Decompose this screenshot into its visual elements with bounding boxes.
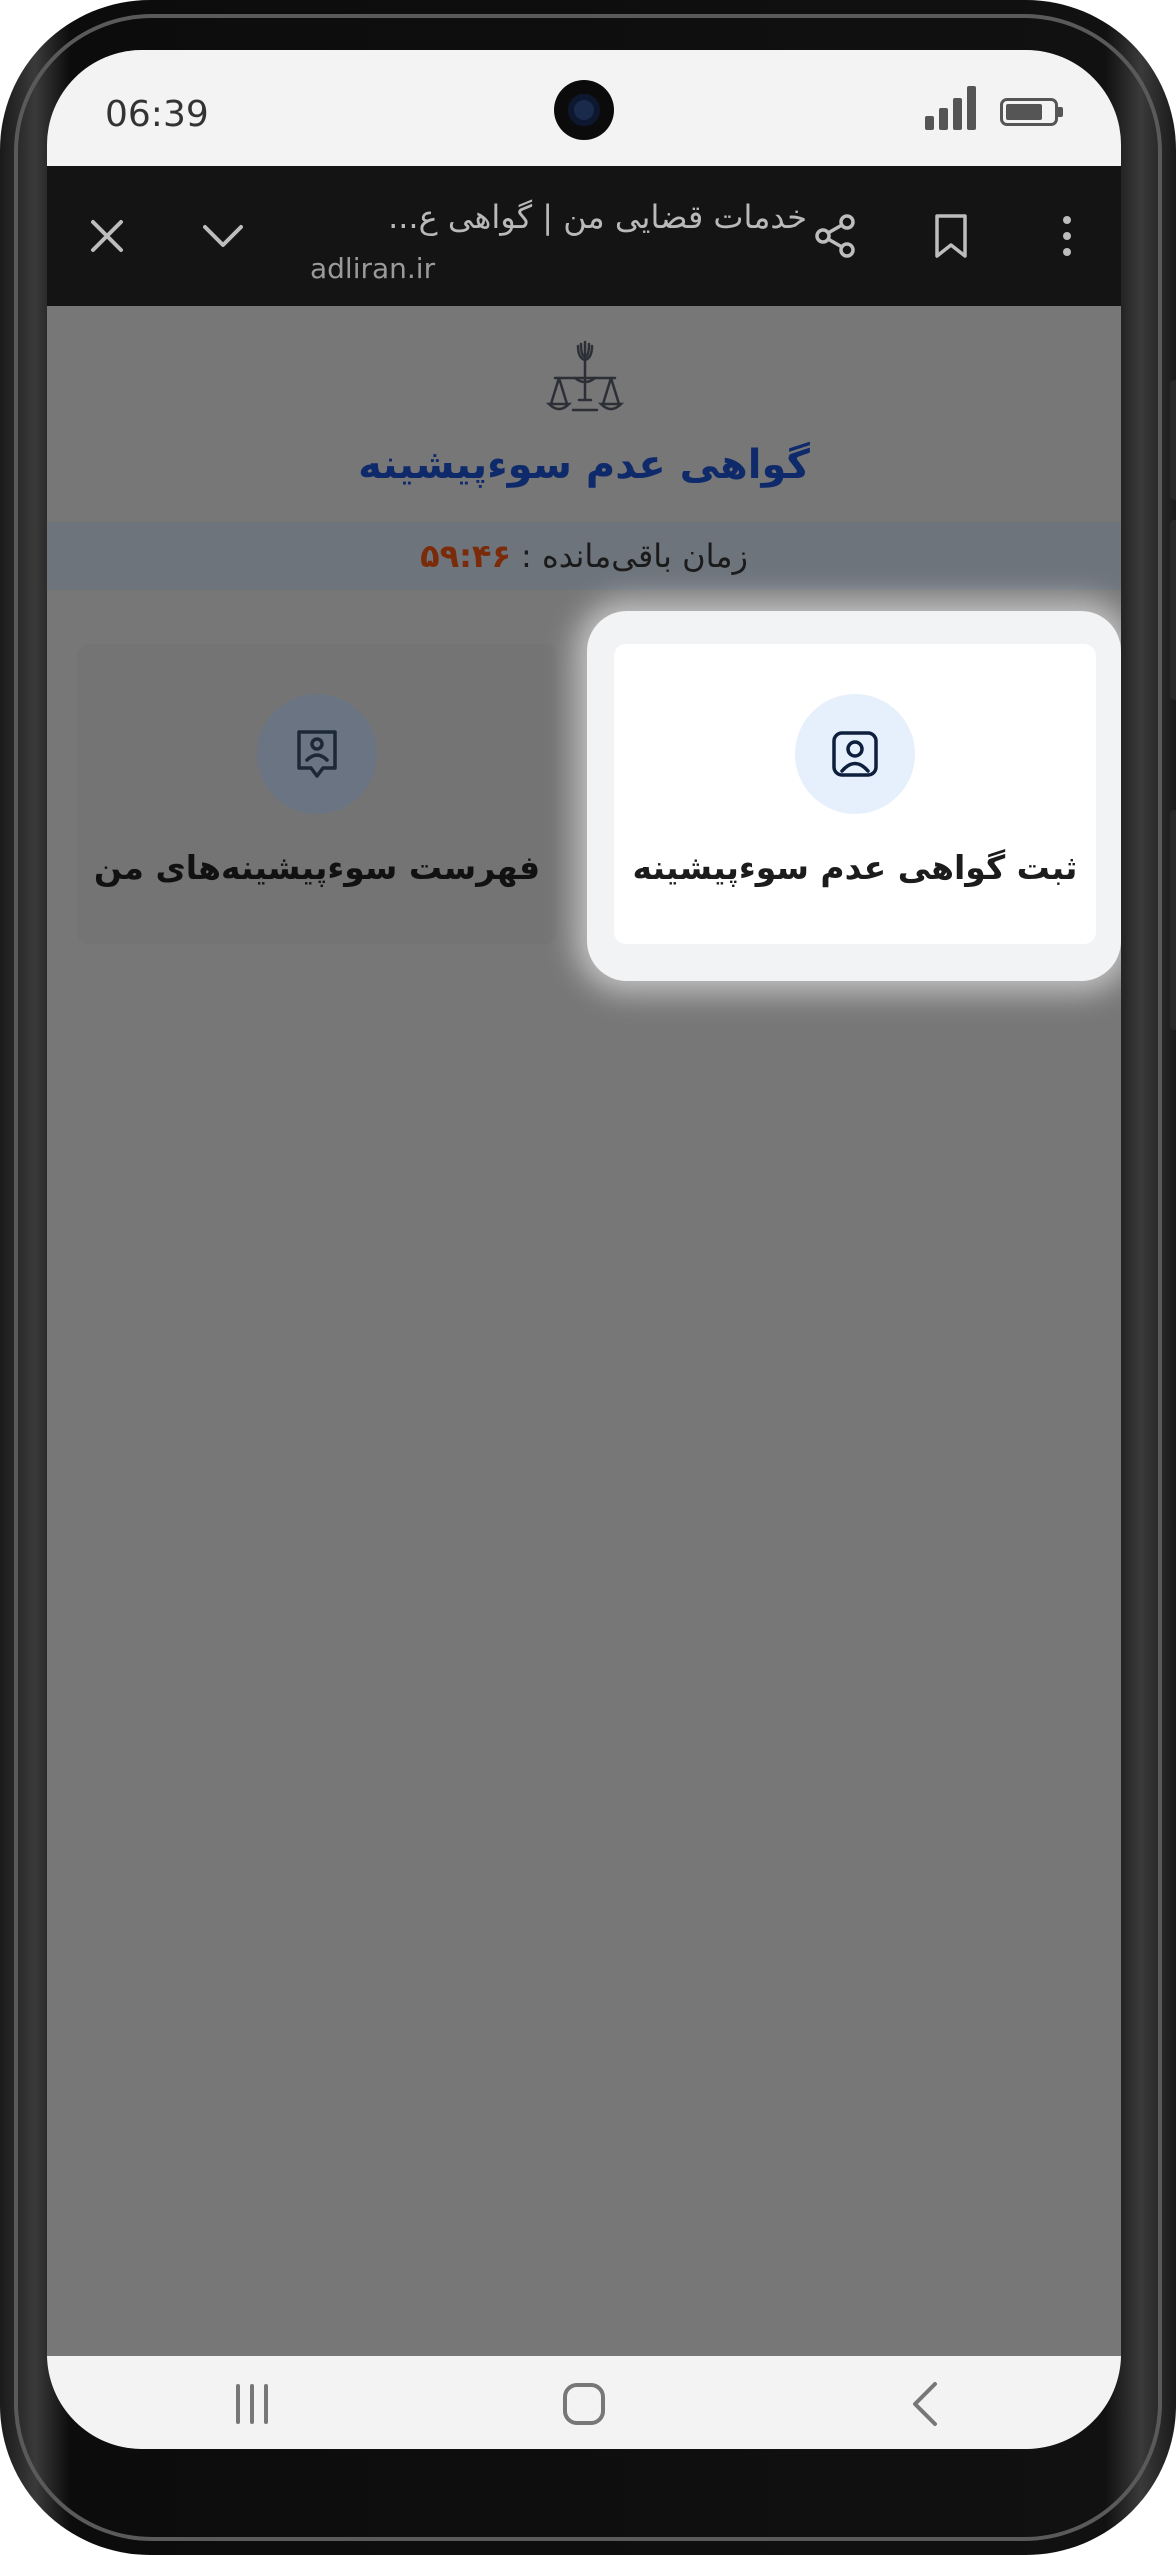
volume-button — [1170, 380, 1176, 500]
home-icon[interactable] — [549, 2374, 619, 2434]
register-certificate-card[interactable]: ثبت گواهی عدم سوءپیشینه — [614, 644, 1096, 944]
power-button — [1170, 810, 1176, 1030]
signal-icon — [925, 86, 977, 130]
card-label: فهرست سوءپیشینه‌های من — [93, 848, 541, 887]
battery-icon — [1000, 98, 1063, 126]
more-vert-icon[interactable] — [1037, 206, 1097, 266]
close-icon[interactable] — [77, 206, 137, 266]
timer-value: ۵۹:۴۶ — [420, 537, 511, 575]
recent-apps-icon[interactable] — [217, 2374, 287, 2434]
phone-frame: 06:39 خدمات قضایی من | گواهی ع... adlira… — [0, 0, 1176, 2555]
browser-toolbar: خدمات قضایی من | گواهی ع... adliran.ir — [47, 166, 1121, 306]
iran-emblem-scales-icon — [545, 338, 625, 428]
back-icon[interactable] — [889, 2374, 959, 2434]
browser-url[interactable]: adliran.ir — [310, 252, 435, 285]
chevron-down-icon[interactable] — [193, 206, 253, 266]
screen: 06:39 خدمات قضایی من | گواهی ع... adlira… — [47, 50, 1121, 2449]
bookmark-icon[interactable] — [921, 206, 981, 266]
page-content: گواهی عدم سوءپیشینه زمان باقی‌مانده : ۵۹… — [47, 306, 1121, 2356]
my-records-list-card[interactable]: فهرست سوءپیشینه‌های من — [77, 644, 557, 944]
card-label: ثبت گواهی عدم سوءپیشینه — [632, 848, 1078, 887]
timer-strip: زمان باقی‌مانده : ۵۹:۴۶ — [47, 522, 1121, 590]
timer-label: زمان باقی‌مانده : — [520, 537, 748, 575]
status-bar: 06:39 — [47, 50, 1121, 166]
navigation-bar — [47, 2356, 1121, 2449]
user-badge-icon — [257, 694, 377, 814]
page-title: گواهی عدم سوءپیشینه — [358, 442, 810, 488]
browser-page-title[interactable]: خدمات قضایی من | گواهی ع... — [287, 198, 807, 236]
volume-button-lower — [1170, 520, 1176, 700]
share-icon[interactable] — [805, 206, 865, 266]
camera-icon — [554, 80, 614, 140]
status-time: 06:39 — [105, 94, 209, 135]
user-portrait-icon — [795, 694, 915, 814]
